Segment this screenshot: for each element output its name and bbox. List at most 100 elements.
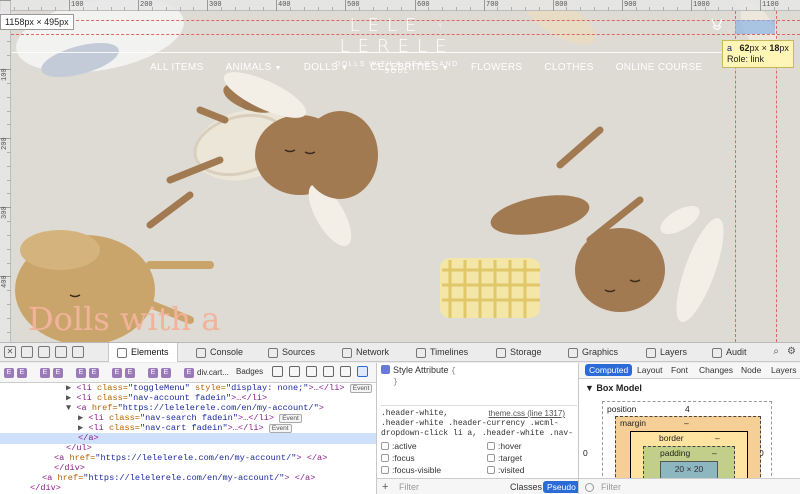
- ruler-tick: [580, 7, 581, 11]
- ruler-tick: [732, 7, 733, 11]
- rule-source-link[interactable]: theme.css (line 1317): [489, 409, 565, 419]
- tab-timelines[interactable]: Timelines: [416, 343, 468, 362]
- ruler-tick: [55, 7, 56, 11]
- ruler-label: 1000: [693, 1, 710, 9]
- nav-item-label: DOLLS: [303, 62, 339, 73]
- ruler-tick: [553, 0, 554, 11]
- tooltip-role: link: [750, 54, 765, 64]
- box-model-title[interactable]: ▼ Box Model: [585, 383, 642, 393]
- device-icon[interactable]: [72, 346, 84, 358]
- dom-attr-name: href=: [57, 473, 84, 483]
- toggle-sidebar-icon[interactable]: [357, 366, 368, 377]
- tab-layers[interactable]: Layers: [771, 365, 797, 375]
- event-badge[interactable]: Event: [279, 414, 302, 423]
- print-icon[interactable]: [289, 366, 300, 377]
- tab-computed[interactable]: Computed: [585, 364, 633, 376]
- tab-node[interactable]: Node: [741, 365, 761, 375]
- tab-audit[interactable]: Audit: [712, 343, 747, 362]
- tooltip-role-label: Role:: [727, 54, 749, 64]
- checkbox[interactable]: [487, 454, 495, 462]
- dom-attr-name: href=: [91, 403, 118, 413]
- nav-item-dolls[interactable]: DOLLS ▼: [304, 62, 349, 73]
- breadcrumb-item[interactable]: EE: [4, 367, 27, 379]
- pseudo-toggle-focus-visible[interactable]: :focus-visible: [381, 465, 441, 475]
- tab-graphics[interactable]: Graphics: [568, 343, 618, 362]
- checkbox[interactable]: [487, 442, 495, 450]
- ruler-tick: [401, 7, 402, 11]
- ruler-tick: [345, 0, 346, 11]
- add-rule-icon[interactable]: +: [382, 481, 388, 493]
- badges-toggle[interactable]: Badges: [236, 367, 263, 376]
- classes-toggle[interactable]: Classes: [510, 482, 542, 492]
- dom-tag: </ul>: [66, 443, 92, 453]
- ruler-tick: [332, 7, 333, 11]
- computed-filter-input[interactable]: Filter: [601, 482, 621, 492]
- breadcrumb-item-current[interactable]: Ediv.cart...: [184, 367, 229, 379]
- nav-item-flowers[interactable]: FLOWERS: [471, 62, 523, 73]
- dom-node-content: ▶ <li class="toggleMenu" style="display:…: [66, 383, 373, 393]
- ruler-tick: [539, 7, 540, 11]
- ruler-tick: [138, 0, 139, 11]
- tab-layout[interactable]: Layout: [637, 365, 663, 375]
- show-rulers-icon[interactable]: [340, 366, 351, 377]
- css-rule[interactable]: .header-white, .header-white .header-cur…: [381, 409, 577, 439]
- breadcrumb-item[interactable]: EE: [76, 367, 99, 379]
- tab-font[interactable]: Font: [671, 365, 688, 375]
- screen: 100 200 300 400 500 600 700 800 900 1000 1100 100 2…: [0, 0, 800, 494]
- event-badge[interactable]: Event: [268, 424, 292, 433]
- nav-item-all-items[interactable]: ALL ITEMS: [150, 62, 203, 73]
- pseudo-toggle-hover[interactable]: :hover: [487, 441, 522, 451]
- element-icon: E: [148, 368, 158, 378]
- tab-sources[interactable]: Sources: [268, 343, 315, 362]
- nav-item-online-course[interactable]: ONLINE COURSE: [616, 62, 703, 73]
- tab-elements[interactable]: Elements: [108, 343, 178, 362]
- dom-node-content: </ul>: [66, 443, 92, 453]
- ruler-tick: [525, 7, 526, 11]
- dom-attr-value: "https://lelelerele.com/en/my-account/": [117, 403, 319, 413]
- dark-mode-icon[interactable]: [306, 366, 317, 377]
- nav-item-clothes[interactable]: CLOTHES: [544, 62, 593, 73]
- nav-item-label: ANIMALS: [225, 62, 272, 73]
- checkbox[interactable]: [381, 454, 389, 462]
- checkbox[interactable]: [381, 466, 389, 474]
- tab-label: Layers: [660, 347, 688, 357]
- nav-item-animals[interactable]: ANIMALS ▼: [225, 62, 281, 73]
- pseudo-toggle-visited[interactable]: :visited: [487, 465, 524, 475]
- ruler-tick: [207, 0, 208, 11]
- close-icon[interactable]: ✕: [4, 346, 16, 358]
- element-picker-icon[interactable]: [55, 346, 67, 358]
- dom-tag: </a>: [78, 433, 99, 443]
- gear-icon[interactable]: ⚙: [787, 346, 796, 357]
- ruler-tick: [7, 55, 11, 56]
- pseudo-toggle[interactable]: Pseudo: [543, 481, 580, 493]
- nav-item-celebrities[interactable]: CELEBRITIES ▼: [370, 62, 449, 73]
- style-attribute-section[interactable]: Style Attribute { }: [381, 365, 456, 387]
- hide-element-icon[interactable]: [323, 366, 334, 377]
- search-icon[interactable]: ⌕: [773, 346, 779, 357]
- pseudo-toggle-active[interactable]: :active: [381, 441, 417, 451]
- breadcrumb-item[interactable]: EE: [112, 367, 135, 379]
- breadcrumb-item[interactable]: EE: [40, 367, 63, 379]
- bunny-icon[interactable]: [708, 17, 726, 35]
- tab-network[interactable]: Network: [342, 343, 389, 362]
- checkbox[interactable]: [381, 442, 389, 450]
- dom-node-content: ▼ <a href="https://lelelerele.com/en/my-…: [66, 403, 324, 413]
- tab-changes[interactable]: Changes: [699, 365, 733, 375]
- layout-overlay-icon[interactable]: [272, 366, 283, 377]
- event-badge[interactable]: Event: [349, 384, 373, 393]
- pseudo-toggle-target[interactable]: :target: [487, 453, 522, 463]
- rule-selector: .header-white .header-currency .wcml-: [381, 419, 559, 428]
- checkbox[interactable]: [487, 466, 495, 474]
- tab-storage[interactable]: Storage: [496, 343, 542, 362]
- dock-bottom-icon[interactable]: [21, 346, 33, 358]
- dock-right-icon[interactable]: [38, 346, 50, 358]
- ruler-tick: [7, 332, 11, 333]
- pseudo-toggle-focus[interactable]: :focus: [381, 453, 415, 463]
- ruler-tick: [7, 180, 11, 181]
- breadcrumb-item[interactable]: EE: [148, 367, 171, 379]
- tab-layers[interactable]: Layers: [646, 343, 687, 362]
- ruler-tick: [594, 7, 595, 11]
- tab-console[interactable]: Console: [196, 343, 243, 362]
- dom-tag: </div>: [30, 483, 61, 493]
- styles-filter-input[interactable]: Filter: [399, 482, 419, 492]
